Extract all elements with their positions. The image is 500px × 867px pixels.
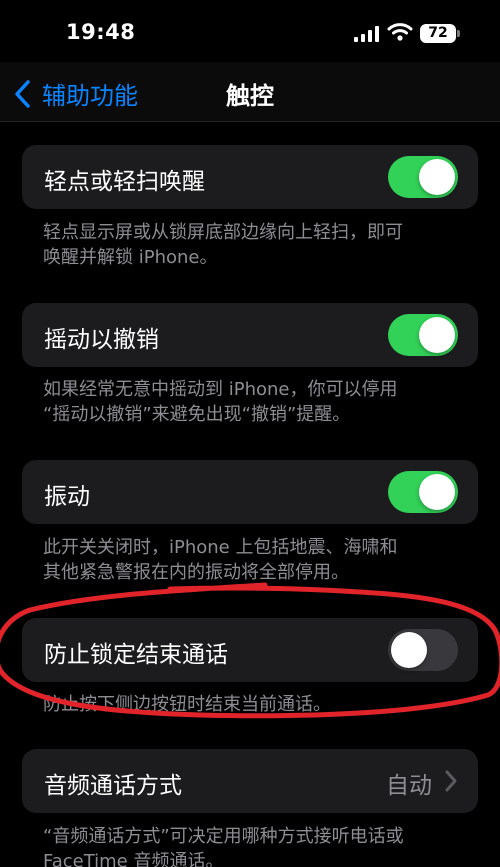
setting-label: 振动 [44, 484, 90, 510]
setting-footer: 轻点显示屏或从锁屏底部边缘向上轻扫，即可 唤醒并解锁 iPhone。 [43, 220, 463, 270]
vibration-toggle[interactable] [388, 471, 458, 513]
wifi-icon [387, 23, 413, 41]
footer-line: 其他紧急警报在内的振动将全部停用。 [43, 562, 349, 583]
prevent-lock-ending-call-toggle[interactable] [388, 629, 458, 671]
toggle-knob [419, 317, 455, 353]
status-time: 19:48 [66, 20, 136, 44]
red-circle-annotation [0, 582, 500, 719]
battery-cap [457, 30, 460, 37]
setting-shake-to-undo: 摇动以撤销 [22, 303, 478, 367]
setting-label: 防止锁定结束通话 [44, 642, 228, 668]
setting-prevent-lock-ending-call: 防止锁定结束通话 [22, 618, 478, 682]
shake-to-undo-toggle[interactable] [388, 314, 458, 356]
setting-footer: 防止按下侧边按钮时结束当前通话。 [43, 692, 463, 717]
setting-label: 摇动以撤销 [44, 327, 159, 353]
footer-line: 防止按下侧边按钮时结束当前通话。 [43, 694, 331, 715]
footer-line: “摇动以撤销”来避免出现“撤销”提醒。 [43, 404, 351, 425]
toggle-knob [419, 159, 455, 195]
setting-footer: 如果经常无意中摇动到 iPhone，你可以停用 “摇动以撤销”来避免出现“撤销”… [43, 377, 463, 427]
battery-icon: 72 [420, 24, 456, 43]
footer-line: 如果经常无意中摇动到 iPhone，你可以停用 [43, 379, 398, 400]
setting-footer: “音频通话方式”可决定用哪种方式接听电话或 FaceTime 音频通话。 [43, 824, 463, 867]
toggle-knob [419, 474, 455, 510]
footer-line: 此开关关闭时，iPhone 上包括地震、海啸和 [43, 537, 398, 558]
page-title: 触控 [226, 82, 274, 110]
status-bar: 19:48 72 [0, 0, 500, 62]
setting-label: 轻点或轻扫唤醒 [44, 169, 205, 195]
setting-footer: 此开关关闭时，iPhone 上包括地震、海啸和 其他紧急警报在内的振动将全部停用… [43, 535, 463, 585]
setting-value: 自动 [386, 773, 432, 799]
footer-line: 唤醒并解锁 iPhone。 [43, 247, 218, 268]
tap-to-wake-toggle[interactable] [388, 156, 458, 198]
navigation-bar: 辅助功能 触控 [0, 62, 500, 122]
footer-line: FaceTime 音频通话。 [43, 851, 224, 867]
setting-label: 音频通话方式 [44, 773, 182, 799]
setting-tap-to-wake: 轻点或轻扫唤醒 [22, 145, 478, 209]
setting-vibration: 振动 [22, 460, 478, 524]
cellular-signal-icon [354, 26, 379, 42]
setting-call-audio-routing[interactable]: 音频通话方式 自动 [22, 749, 478, 813]
toggle-knob [391, 632, 427, 668]
chevron-right-icon [445, 770, 457, 792]
footer-line: 轻点显示屏或从锁屏底部边缘向上轻扫，即可 [43, 222, 403, 243]
footer-line: “音频通话方式”可决定用哪种方式接听电话或 [43, 826, 404, 847]
